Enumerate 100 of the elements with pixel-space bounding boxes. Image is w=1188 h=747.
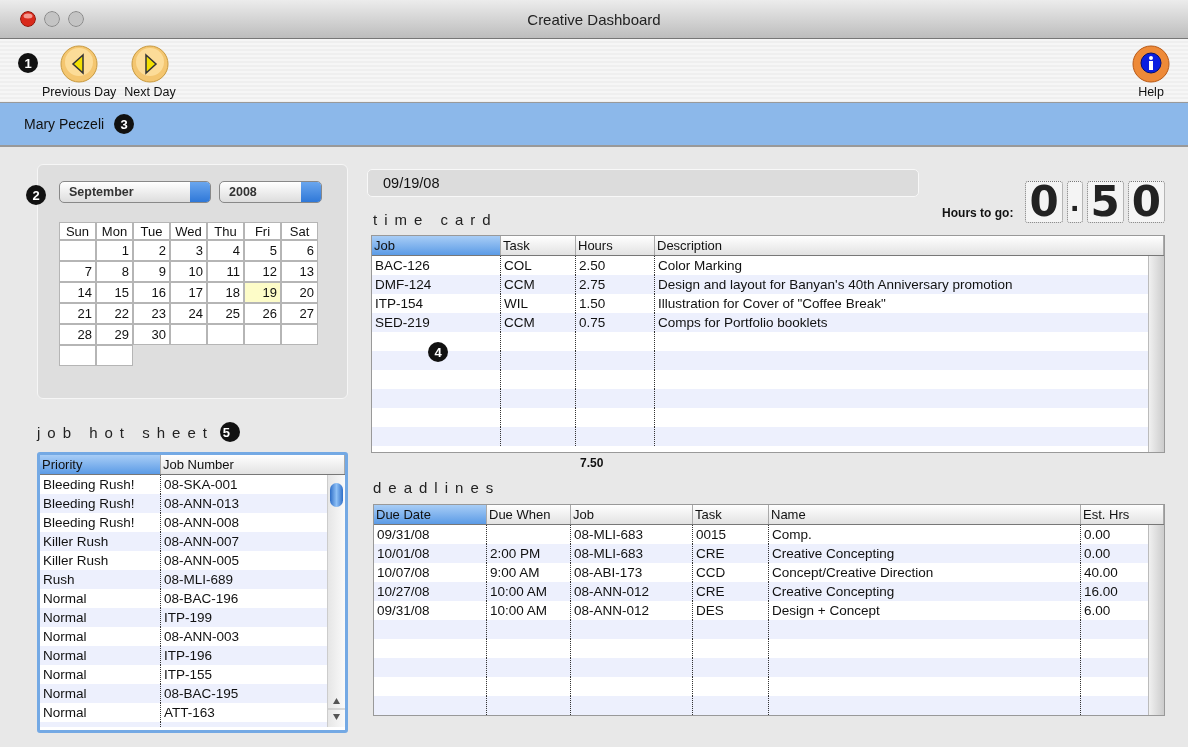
year-select[interactable]: 2008 xyxy=(219,181,322,203)
hours-to-go-label: Hours to go: xyxy=(942,206,1014,220)
table-cell-text: Illustration for Cover of "Coffee Break" xyxy=(657,295,887,313)
calendar-day[interactable]: 15 xyxy=(96,282,133,303)
column-header[interactable]: Due When xyxy=(487,505,571,524)
date-field[interactable]: 09/19/08 xyxy=(367,169,919,197)
calendar-day[interactable]: 13 xyxy=(281,261,318,282)
month-select[interactable]: September xyxy=(59,181,211,203)
table-cell-text: ITP-199 xyxy=(163,609,214,627)
table-cell-text: 6.00 xyxy=(1083,602,1112,620)
column-header[interactable]: Task xyxy=(693,505,769,524)
scrollbar[interactable] xyxy=(327,475,345,727)
calendar-day[interactable]: 25 xyxy=(207,303,244,324)
scrollbar-track[interactable] xyxy=(1148,525,1164,715)
calendar-day[interactable]: 22 xyxy=(96,303,133,324)
table-cell-text: Comps for Portfolio booklets xyxy=(657,314,829,332)
table-cell: Killer Rush xyxy=(40,532,161,551)
calendar-day[interactable]: 26 xyxy=(244,303,281,324)
table-cell: Normal xyxy=(40,608,161,627)
table-cell-text: 08-SKA-001 xyxy=(163,476,239,494)
table-cell: Normal xyxy=(40,684,161,703)
calendar-day[interactable]: 1 xyxy=(96,240,133,261)
calendar-day[interactable]: 3 xyxy=(170,240,207,261)
table-cell-text: ATT-163 xyxy=(163,704,216,722)
table-cell: 10/27/08 xyxy=(374,582,487,601)
table-cell-text: Design and layout for Banyan's 40th Anniversary promotion xyxy=(657,276,1014,294)
table-cell-text: 0.00 xyxy=(1083,526,1112,544)
toolbar-button[interactable]: Help xyxy=(1132,45,1170,99)
calendar-day[interactable]: 29 xyxy=(96,324,133,345)
table-cell: 0.75 xyxy=(576,313,655,332)
calendar-day[interactable]: 21 xyxy=(59,303,96,324)
callout-number: 4 xyxy=(428,342,448,362)
calendar-day[interactable]: 10 xyxy=(170,261,207,282)
calendar-day[interactable]: 27 xyxy=(281,303,318,324)
table-cell: Bleeding Rush! xyxy=(40,494,161,513)
table-cell-text: 08-ANN-008 xyxy=(163,514,241,532)
column-header[interactable]: Job xyxy=(571,505,693,524)
calendar-day[interactable]: 4 xyxy=(207,240,244,261)
total-hours: 7.50 xyxy=(579,456,605,470)
weekday-label: Mon xyxy=(96,222,133,240)
column-header[interactable]: Job Number xyxy=(161,455,345,474)
calendar-day[interactable]: 19 xyxy=(244,282,281,303)
user-name: Mary Peczeli xyxy=(24,116,105,132)
window-title: Creative Dashboard xyxy=(527,10,661,28)
column-header[interactable]: Name xyxy=(769,505,1081,524)
calendar-day[interactable]: 23 xyxy=(133,303,170,324)
table-cell-text: ITP-155 xyxy=(163,666,214,684)
table-cell: CRE xyxy=(693,544,769,563)
info-icon xyxy=(1132,45,1170,83)
table-cell-text: ITP-196 xyxy=(163,647,214,665)
calendar-day[interactable]: 20 xyxy=(281,282,318,303)
section-title: job hot sheet xyxy=(37,423,214,441)
zoom-button[interactable] xyxy=(68,11,84,27)
calendar-day[interactable]: 6 xyxy=(281,240,318,261)
section-title: time card xyxy=(373,211,498,228)
table-cell-text: 08-MLI-689 xyxy=(163,571,235,589)
table-cell: Rush xyxy=(40,570,161,589)
toolbar-button[interactable]: Previous Day xyxy=(42,45,117,99)
calendar-day[interactable]: 14 xyxy=(59,282,96,303)
scrollbar-thumb[interactable] xyxy=(330,483,343,507)
calendar-day[interactable]: 8 xyxy=(96,261,133,282)
table-cell-text: 08-ANN-013 xyxy=(163,495,241,513)
scrollbar-track[interactable] xyxy=(1148,256,1164,452)
calendar-day[interactable]: 24 xyxy=(170,303,207,324)
table-cell-text: 0.00 xyxy=(1083,545,1112,563)
column-header[interactable]: Due Date xyxy=(374,505,487,524)
column-header[interactable]: Est. Hrs xyxy=(1081,505,1164,524)
calendar-day[interactable]: 11 xyxy=(207,261,244,282)
calendar-day[interactable]: 17 xyxy=(170,282,207,303)
table-cell: CRE xyxy=(693,582,769,601)
table-cell: SED-219 xyxy=(372,313,501,332)
table-cell: 2.75 xyxy=(576,275,655,294)
table-cell-text: 08-BAC-195 xyxy=(163,685,240,703)
close-button[interactable] xyxy=(20,11,36,27)
table-cell: 08-ANN-012 xyxy=(571,582,693,601)
weekday-label: Sat xyxy=(281,222,318,240)
column-header[interactable]: Task xyxy=(501,236,576,255)
table-cell-text: 40.00 xyxy=(1083,564,1119,582)
calendar-day[interactable]: 2 xyxy=(133,240,170,261)
weekday-label: Tue xyxy=(133,222,170,240)
toolbar-button[interactable]: Next Day xyxy=(124,45,176,99)
calendar-day[interactable]: 5 xyxy=(244,240,281,261)
weekday-label: Fri xyxy=(244,222,281,240)
table-cell-text: 08-ANN-005 xyxy=(163,552,241,570)
table-cell-text: Color Marking xyxy=(657,257,744,275)
table-cell: 10:00 AM xyxy=(487,582,571,601)
calendar-day[interactable]: 30 xyxy=(133,324,170,345)
calendar-day[interactable]: 7 xyxy=(59,261,96,282)
weekday-label: Thu xyxy=(207,222,244,240)
calendar-day[interactable]: 9 xyxy=(133,261,170,282)
column-header[interactable]: Description xyxy=(655,236,1164,255)
calendar-day[interactable]: 28 xyxy=(59,324,96,345)
calendar-day[interactable]: 16 xyxy=(133,282,170,303)
calendar-day[interactable]: 18 xyxy=(207,282,244,303)
calendar-day[interactable]: 12 xyxy=(244,261,281,282)
table-cell-text: 08-ANN-007 xyxy=(163,533,241,551)
column-header[interactable]: Hours xyxy=(576,236,655,255)
column-header[interactable]: Priority xyxy=(40,455,161,474)
minimize-button[interactable] xyxy=(44,11,60,27)
column-header[interactable]: Job xyxy=(372,236,501,255)
